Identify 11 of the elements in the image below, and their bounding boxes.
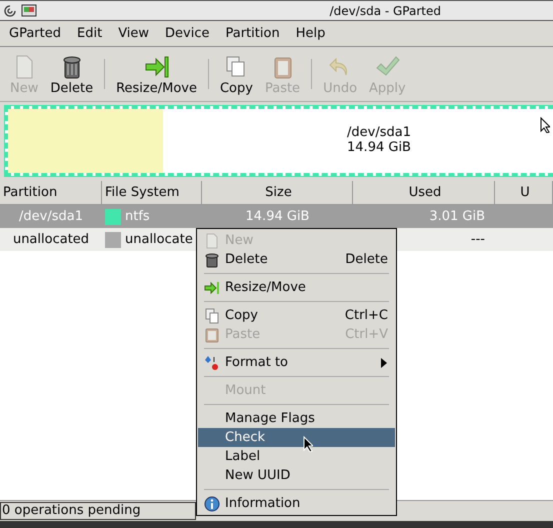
window-title: /dev/sda - GParted xyxy=(330,4,441,18)
status-bar: 0 operations pending xyxy=(0,502,196,520)
table-cell-text: unallocated xyxy=(12,232,90,247)
partition-size: 14.94 GiB xyxy=(347,140,411,155)
table-cell: ntfs xyxy=(125,209,150,224)
table-cell: 3.01 GiB xyxy=(429,209,485,224)
table-cell: unallocate xyxy=(125,232,193,247)
table-cell: --- xyxy=(470,232,485,247)
table-cell: 14.94 GiB xyxy=(246,209,310,224)
table-cell-text: /dev/sda1 xyxy=(18,209,84,224)
partition-name: /dev/sda1 xyxy=(347,125,411,140)
